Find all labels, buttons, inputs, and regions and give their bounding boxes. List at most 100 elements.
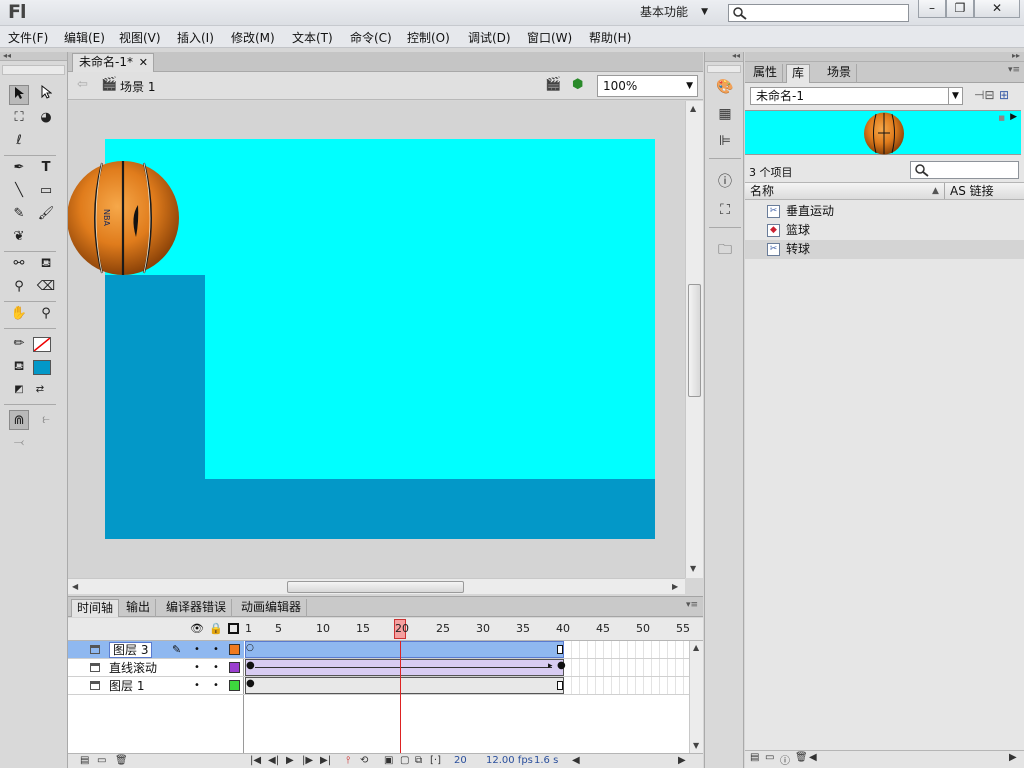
fill-color-icon[interactable]: ⛾ <box>9 357 29 377</box>
scroll-down-icon[interactable]: ▼ <box>690 564 696 573</box>
free-transform-tool-icon[interactable]: ⛶ <box>9 108 29 128</box>
pencil-tool-icon[interactable]: ✎ <box>9 204 29 224</box>
properties-icon[interactable]: ⓘ <box>780 752 790 767</box>
scroll-left-icon[interactable]: ◀ <box>72 582 78 591</box>
lock-dot[interactable]: • <box>213 641 219 659</box>
swatches-panel-icon[interactable]: ▦ <box>715 105 735 123</box>
layer-row[interactable]: 直线滚动 • • <box>68 659 244 677</box>
back-arrow-icon[interactable]: ⇦ <box>77 77 88 92</box>
stroke-color-swatch[interactable] <box>33 337 51 352</box>
sort-icon[interactable]: ▲ <box>932 183 939 199</box>
edit-symbols-icon[interactable]: ⬢ <box>572 77 583 92</box>
line-tool-icon[interactable]: ╲ <box>9 181 29 201</box>
text-tool-icon[interactable]: T <box>36 158 56 178</box>
onion-skin-icon[interactable]: ▣ <box>384 755 393 766</box>
lasso-tool-icon[interactable]: ℓ <box>9 131 29 151</box>
pen-tool-icon[interactable]: ✒ <box>9 158 29 178</box>
layer-row[interactable]: 图层 1 • • <box>68 677 244 695</box>
minimize-button[interactable]: – <box>918 0 946 18</box>
play-preview-icon[interactable]: ▶ <box>1010 112 1017 122</box>
zoom-tool-icon[interactable]: ⚲ <box>36 304 56 324</box>
lock-dot[interactable]: • <box>213 659 219 677</box>
tab-library[interactable]: 库 <box>786 64 811 83</box>
pasteboard[interactable]: NBA <box>68 101 685 578</box>
scroll-up-icon[interactable]: ▲ <box>690 104 696 113</box>
scroll-right-icon[interactable]: ▶ <box>1009 752 1017 763</box>
menu-insert[interactable]: 插入(I) <box>177 29 214 46</box>
menu-commands[interactable]: 命令(C) <box>350 29 392 46</box>
brush-tool-icon[interactable]: 🖌 <box>36 204 56 224</box>
lock-dot[interactable]: • <box>213 677 219 695</box>
menu-text[interactable]: 文本(T) <box>292 29 333 46</box>
scroll-right-icon[interactable]: ▶ <box>678 755 686 766</box>
scroll-up-icon[interactable]: ▲ <box>693 643 699 652</box>
keyframe-icon[interactable]: ● <box>246 678 255 689</box>
lock-all-icon[interactable]: 🔒 <box>209 622 223 635</box>
basketball-instance[interactable]: NBA <box>68 159 181 280</box>
scroll-left-icon[interactable]: ◀ <box>572 755 580 766</box>
frame-span[interactable] <box>245 677 564 694</box>
swap-colors-icon[interactable]: ⇄ <box>30 380 50 400</box>
visibility-dot[interactable]: • <box>194 677 200 695</box>
new-layer-icon[interactable]: ▤ <box>80 755 89 766</box>
layer-row[interactable]: 图层 3 ✎ • • <box>68 641 244 659</box>
deco-tool-icon[interactable]: ❦ <box>9 227 29 247</box>
menu-edit[interactable]: 编辑(E) <box>64 29 105 46</box>
current-frame[interactable]: 20 <box>454 755 467 766</box>
transform-panel-icon[interactable]: ⛶ <box>715 201 735 219</box>
edit-multiple-frames-icon[interactable]: ⧉ <box>415 755 422 766</box>
eraser-tool-icon[interactable]: ⌫ <box>36 277 56 297</box>
edit-scene-icon[interactable]: 🎬 <box>545 77 561 92</box>
components-panel-icon[interactable]: 🗀 <box>715 241 735 259</box>
scroll-thumb[interactable] <box>287 581 464 593</box>
menu-control[interactable]: 控制(O) <box>407 29 450 46</box>
frame-row[interactable]: ○ <box>244 641 689 659</box>
black-white-icon[interactable]: ◩ <box>9 380 29 400</box>
restore-button[interactable]: ❐ <box>946 0 974 18</box>
stroke-color-icon[interactable]: ✏ <box>9 334 29 354</box>
align-panel-icon[interactable]: ⊫ <box>715 132 735 150</box>
end-frame-icon[interactable] <box>557 645 563 654</box>
visibility-dot[interactable]: • <box>194 659 200 677</box>
keyframe-icon[interactable]: ● <box>557 660 566 671</box>
frame-ruler[interactable]: 1 5 10 15 20 25 30 35 40 45 50 55 <box>244 618 690 641</box>
onion-outline-icon[interactable]: ▢ <box>400 755 409 766</box>
color-panel-icon[interactable]: 🎨 <box>715 78 735 96</box>
document-tab[interactable]: 未命名-1* ✕ <box>72 53 154 72</box>
expand-icon[interactable]: ▸▸ <box>745 52 1024 62</box>
menu-window[interactable]: 窗口(W) <box>527 29 572 46</box>
paint-bucket-tool-icon[interactable]: ⛾ <box>36 254 56 274</box>
close-button[interactable]: ✕ <box>974 0 1020 18</box>
panel-menu-icon[interactable]: ▾≡ <box>686 600 698 610</box>
first-frame-icon[interactable]: |◀ <box>250 755 261 766</box>
layer-name[interactable]: 图层 1 <box>109 677 144 695</box>
menu-view[interactable]: 视图(V) <box>119 29 161 46</box>
empty-keyframe-icon[interactable]: ○ <box>246 643 254 653</box>
loop-icon[interactable]: ⟲ <box>360 755 368 766</box>
layer-name[interactable]: 图层 3 <box>109 642 153 658</box>
frame-row[interactable]: ● <box>244 677 689 695</box>
stage-horizontal-scrollbar[interactable]: ◀ ▶ <box>68 578 685 594</box>
frame-rate[interactable]: 12.00 fps <box>486 755 533 766</box>
library-search-input[interactable] <box>910 161 1019 179</box>
fill-color-swatch[interactable] <box>33 360 51 375</box>
collapse-icon[interactable]: ◂◂ <box>705 52 743 62</box>
menu-debug[interactable]: 调试(D) <box>468 29 511 46</box>
show-hide-all-icon[interactable]: 👁 <box>190 622 204 635</box>
tab-motion-editor[interactable]: 动画编辑器 <box>236 599 308 617</box>
smooth-icon[interactable]: ⥼ <box>36 410 56 430</box>
new-symbol-icon[interactable]: ▤ <box>750 752 759 763</box>
prev-frame-icon[interactable]: ◀| <box>268 755 279 766</box>
straighten-icon[interactable]: ⤙ <box>9 433 29 453</box>
pin-library-icon[interactable]: ⊣⊟ <box>974 88 995 102</box>
column-name[interactable]: 名称 <box>750 183 774 199</box>
layer-name[interactable]: 直线滚动 <box>109 659 157 677</box>
menu-help[interactable]: 帮助(H) <box>589 29 631 46</box>
new-folder-icon[interactable]: ▭ <box>97 755 106 766</box>
tab-compiler-errors[interactable]: 编译器错误 <box>161 599 233 617</box>
column-linkage[interactable]: AS 链接 <box>950 183 994 199</box>
tab-timeline[interactable]: 时间轴 <box>71 599 120 617</box>
3d-rotation-tool-icon[interactable]: ◕ <box>36 108 56 128</box>
close-icon[interactable]: ✕ <box>139 54 148 71</box>
play-icon[interactable]: ▶ <box>286 755 294 766</box>
